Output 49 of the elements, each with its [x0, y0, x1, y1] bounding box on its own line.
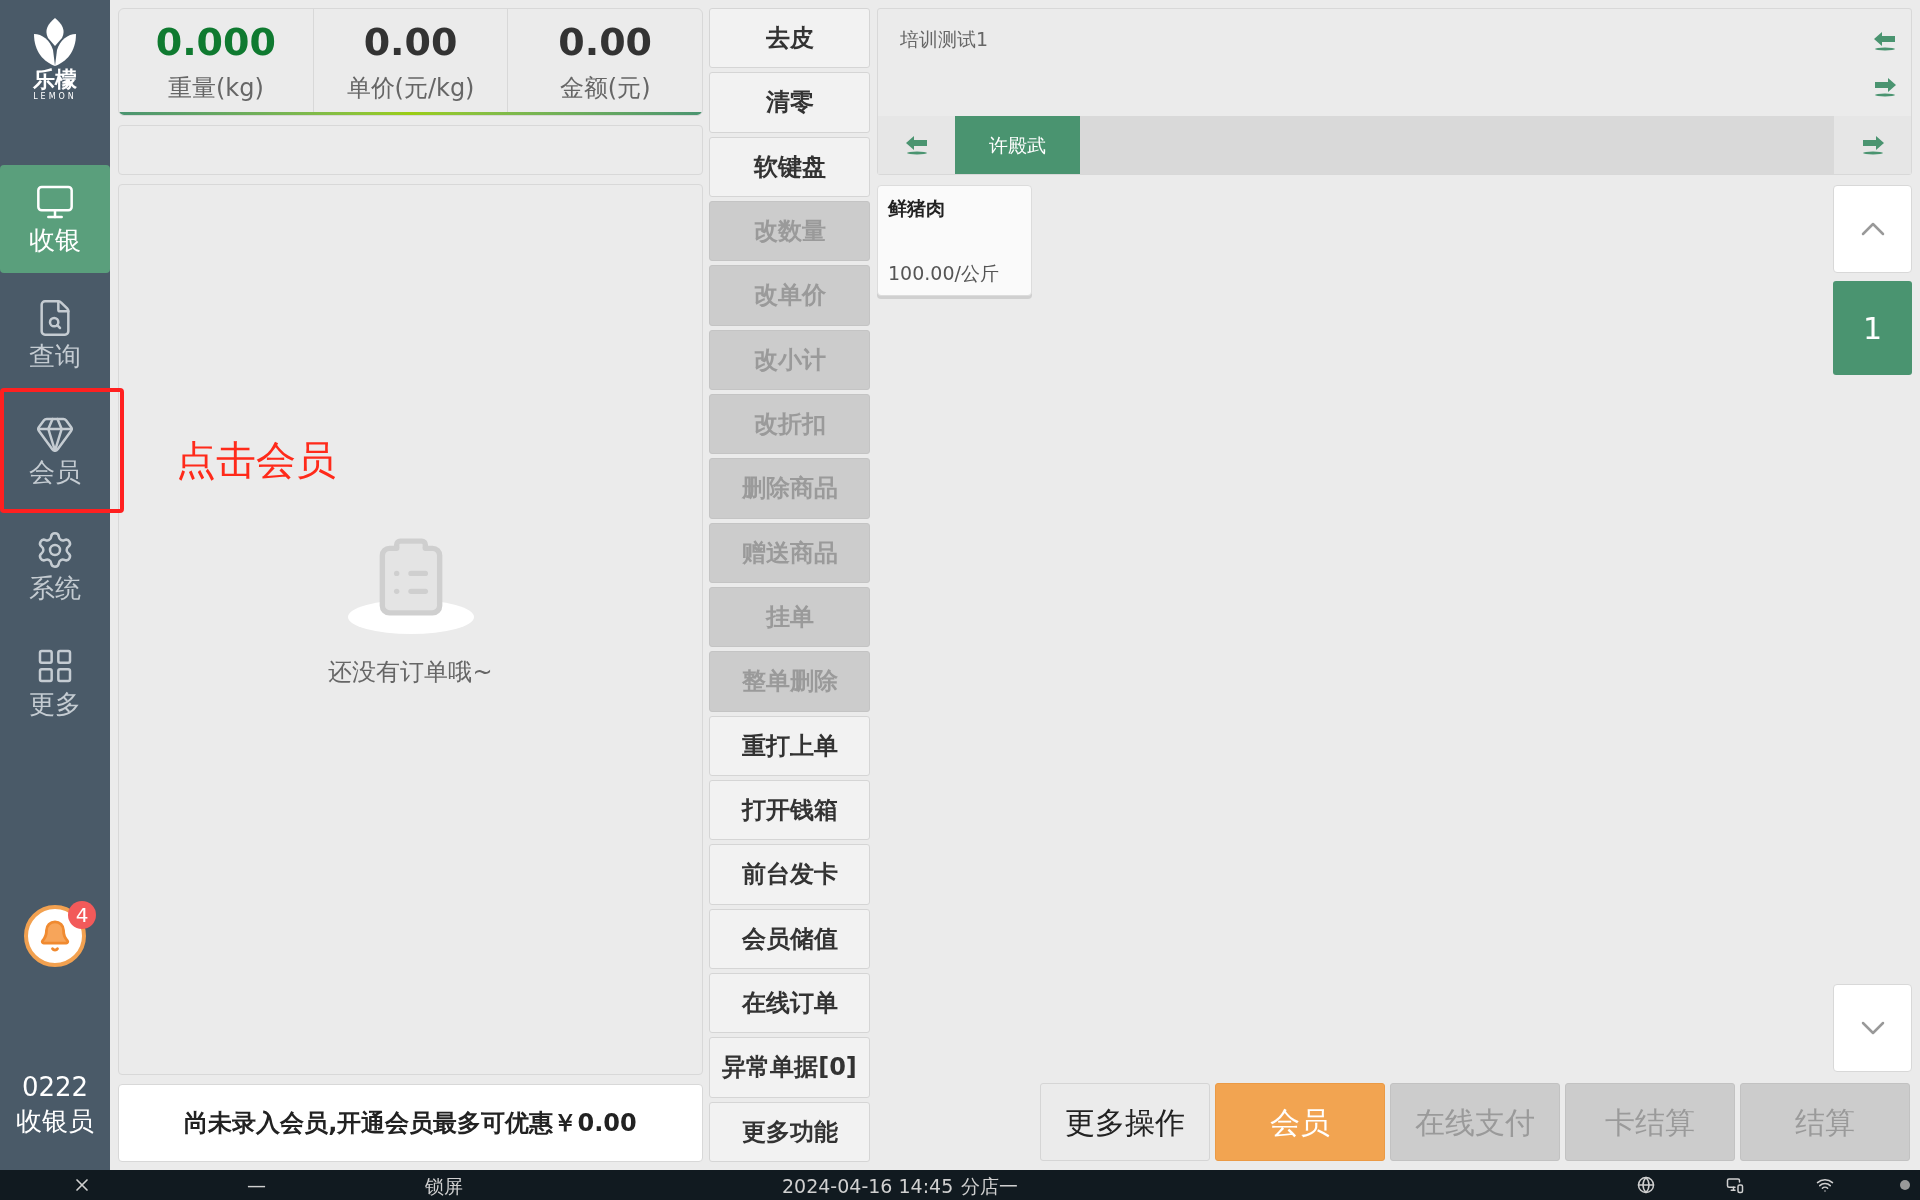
user-role: 收银员	[16, 1105, 94, 1138]
leaf-logo-icon	[32, 16, 78, 68]
function-button[interactable]: 会员储值	[709, 908, 870, 969]
nav-item[interactable]: 会员	[0, 397, 110, 505]
member-promo-text: 尚未录入会员,开通会员最多可优惠￥0.00	[184, 1108, 637, 1139]
monitor-icon[interactable]	[1726, 1176, 1744, 1194]
function-button[interactable]: 重打上单	[709, 715, 870, 776]
right-arrow-icon[interactable]	[1860, 135, 1885, 155]
product-name: 鲜猪肉	[888, 196, 946, 221]
scale-value: 0.00	[363, 19, 458, 65]
nav-item[interactable]: 收银	[0, 165, 110, 273]
nav-item[interactable]: 查询	[0, 281, 110, 389]
function-button[interactable]: 前台发卡	[709, 844, 870, 905]
function-button[interactable]: 更多功能	[709, 1101, 870, 1162]
annotation-text: 点击会员	[176, 436, 336, 485]
logo-subtitle: LEMON	[33, 92, 77, 102]
scale-value: 0.00	[558, 19, 653, 65]
globe-icon[interactable]	[1637, 1176, 1655, 1194]
category-title: 培训测试1	[900, 27, 989, 52]
action-button[interactable]: 更多操作	[1040, 1083, 1210, 1161]
scale-label: 金额(元)	[559, 73, 651, 104]
store-name: 分店一	[961, 1174, 1019, 1199]
function-button[interactable]: 异常单据[0]	[709, 1037, 870, 1098]
user-id: 0222	[21, 1071, 89, 1104]
left-arrow-icon[interactable]	[904, 135, 929, 155]
category-tab[interactable]: 许殿武	[955, 116, 1080, 174]
scale-label: 单价(元/kg)	[346, 73, 475, 104]
product-card[interactable]: 鲜猪肉 100.00/公斤	[877, 185, 1032, 296]
function-button[interactable]: 打开钱箱	[709, 779, 870, 841]
empty-order-text: 还没有订单哦~	[328, 656, 493, 688]
function-button[interactable]: 去皮	[709, 8, 870, 69]
left-arrow-icon[interactable]	[1873, 31, 1897, 51]
right-arrow-icon[interactable]	[1873, 77, 1897, 97]
function-button[interactable]: 软键盘	[709, 136, 870, 197]
function-button[interactable]: 清零	[709, 72, 870, 133]
minimize-button[interactable]: —	[247, 1171, 266, 1200]
scale-value: 0.000	[155, 19, 276, 65]
nav-item[interactable]: 更多	[0, 629, 110, 737]
bell-icon	[38, 919, 72, 953]
wifi-icon[interactable]	[1816, 1176, 1834, 1194]
lock-screen-button[interactable]: 锁屏	[425, 1172, 463, 1200]
page-button[interactable]: 1	[1833, 281, 1912, 375]
nav-item[interactable]: 系统	[0, 513, 110, 621]
product-price: 100.00/公斤	[888, 260, 1000, 286]
logo-name: 乐檬	[33, 68, 77, 92]
function-button[interactable]: 在线订单	[709, 972, 870, 1034]
datetime: 2024-04-16 14:45	[782, 1174, 954, 1199]
scale-label: 重量(kg)	[167, 73, 264, 104]
notification-badge: 4	[68, 901, 96, 929]
